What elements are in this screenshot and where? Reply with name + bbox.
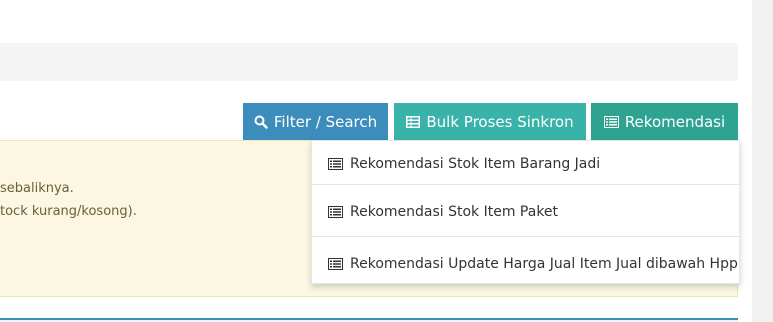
bulk-proses-sinkron-label: Bulk Proses Sinkron — [426, 112, 574, 131]
content-box-top-border — [0, 318, 738, 322]
callout-line-1: sebaliknya. — [0, 181, 74, 196]
menu-divider — [312, 236, 739, 237]
rekomendasi-button[interactable]: Rekomendasi — [591, 103, 738, 140]
menu-item-update-harga-jual[interactable]: Rekomendasi Update Harga Jual Item Jual … — [312, 242, 739, 286]
menu-item-label: Rekomendasi Stok Item Paket — [350, 204, 559, 220]
scrollbar-track[interactable] — [752, 0, 773, 322]
menu-item-label: Rekomendasi Stok Item Barang Jadi — [350, 156, 601, 172]
list-alt-icon — [328, 206, 343, 218]
rekomendasi-label: Rekomendasi — [624, 112, 726, 131]
filter-bar — [0, 43, 738, 81]
filter-search-button[interactable]: Filter / Search — [243, 103, 388, 140]
list-alt-icon — [603, 115, 619, 128]
list-alt-icon — [328, 258, 343, 270]
menu-item-label: Rekomendasi Update Harga Jual Item Jual … — [350, 256, 738, 272]
rekomendasi-dropdown-menu: Rekomendasi Stok Item Barang Jadi Rekome… — [311, 140, 740, 284]
callout-line-2: tock kurang/kosong). — [0, 204, 137, 219]
bulk-proses-sinkron-button[interactable]: Bulk Proses Sinkron — [394, 103, 586, 140]
search-icon — [254, 115, 268, 129]
list-icon — [406, 115, 421, 128]
filter-search-label: Filter / Search — [273, 112, 378, 131]
menu-item-stok-paket[interactable]: Rekomendasi Stok Item Paket — [312, 190, 739, 234]
menu-divider — [312, 184, 739, 185]
list-alt-icon — [328, 158, 343, 170]
menu-item-stok-barang-jadi[interactable]: Rekomendasi Stok Item Barang Jadi — [312, 142, 739, 186]
